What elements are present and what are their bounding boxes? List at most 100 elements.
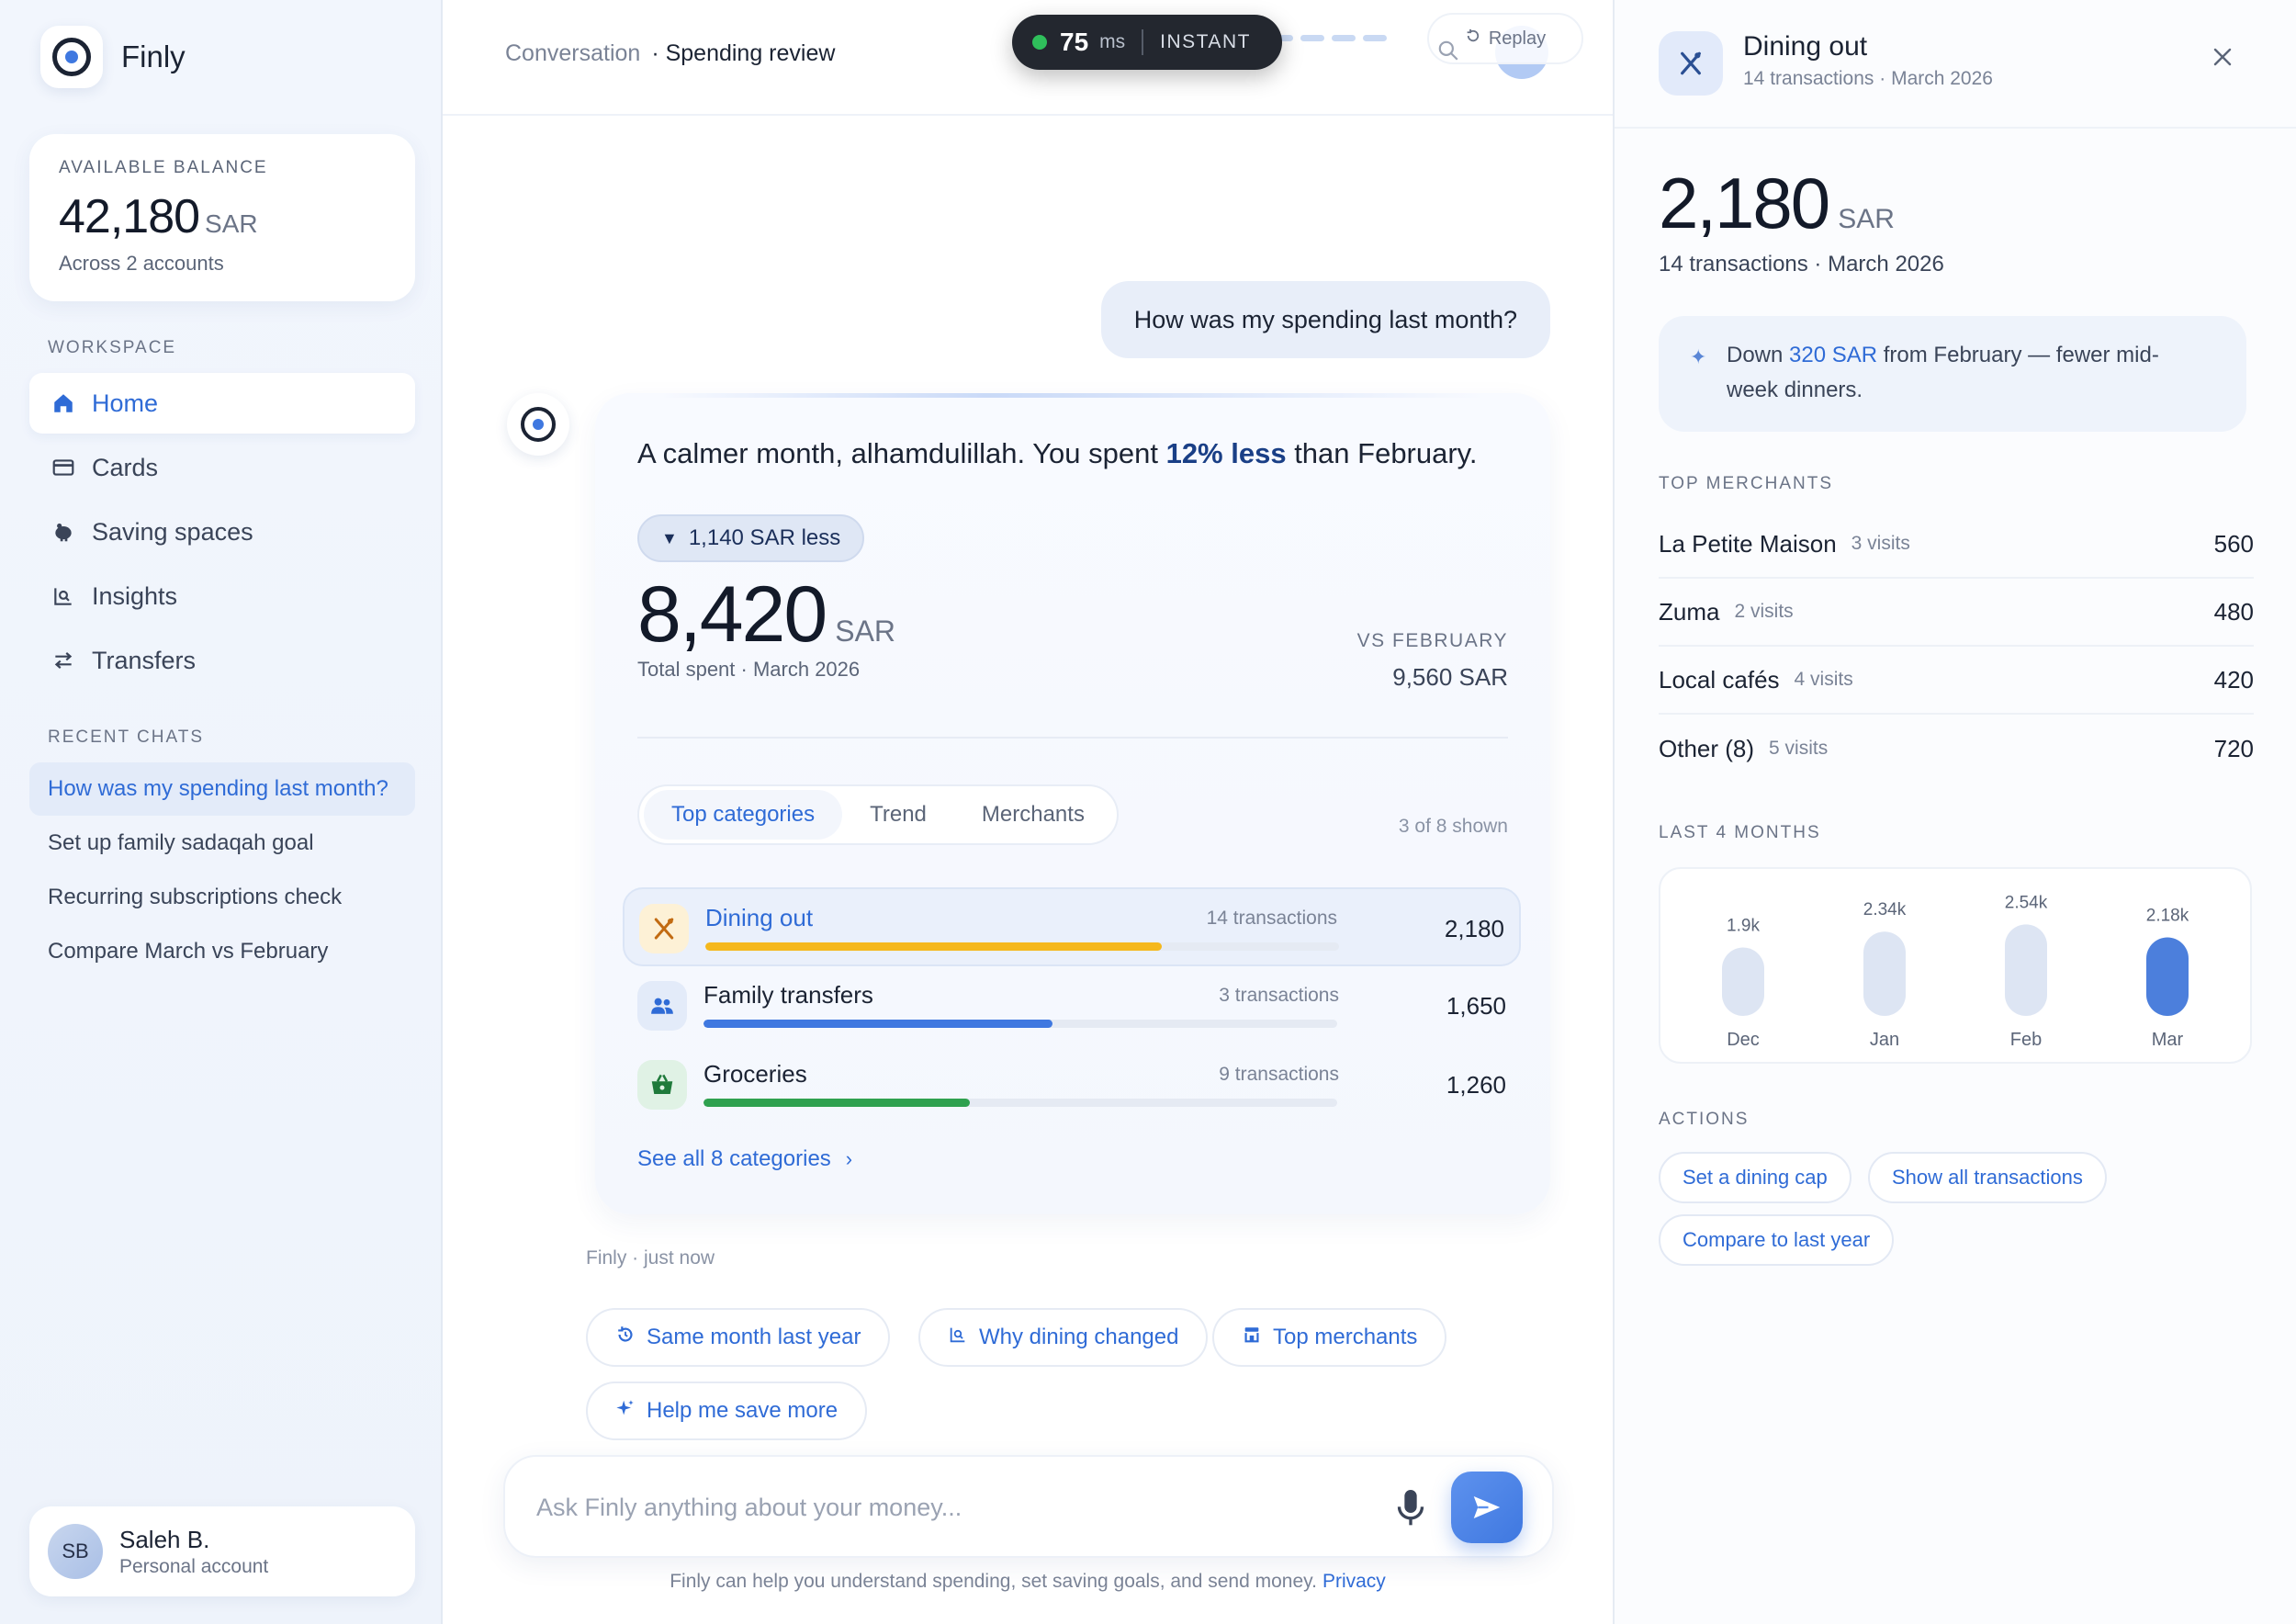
merchant-name: Other (8) xyxy=(1659,734,1755,762)
sidebar-item-label: Home xyxy=(92,389,159,417)
category-count: 9 transactions xyxy=(1219,1064,1339,1085)
sparkle-icon: ✦ xyxy=(1690,345,1707,368)
sidebar-item-saving-spaces[interactable]: Saving spaces xyxy=(29,502,415,562)
disclaimer-text: Finly can help you understand spending, … xyxy=(670,1571,1317,1592)
privacy-link[interactable]: Privacy xyxy=(1322,1571,1386,1592)
headline-text-end: than February. xyxy=(1286,437,1478,469)
user-message: How was my spending last month? xyxy=(1100,281,1550,358)
headline-highlight: 12% less xyxy=(1165,437,1287,469)
sidebar-item-label: Transfers xyxy=(92,646,197,674)
suggestion-help-me-save-more[interactable]: Help me save more xyxy=(586,1382,868,1440)
recent-chat-item[interactable]: Recurring subscriptions check xyxy=(29,871,415,924)
monthly-chart: 1.9k Dec 2.34k Jan 2.54k Feb 2.18k Mar xyxy=(1659,867,2252,1064)
set-dining-cap-button[interactable]: Set a dining cap xyxy=(1659,1152,1851,1203)
bar-value-label: 2.54k xyxy=(2005,893,2048,912)
tab-top-categories[interactable]: Top categories xyxy=(644,790,843,840)
see-all-label: See all 8 categories xyxy=(637,1146,831,1171)
answer-headline: A calmer month, alhamdulillah. You spent… xyxy=(637,437,1478,470)
profile-sub: Personal account xyxy=(119,1555,269,1577)
close-icon[interactable] xyxy=(2202,37,2243,77)
insight-callout: ✦ Down 320 SAR from February — fewer mid… xyxy=(1659,316,2246,432)
merchant-visits: 2 visits xyxy=(1734,601,1794,622)
comparison-label: VS FEBRUARY xyxy=(1356,630,1508,651)
tab-trend[interactable]: Trend xyxy=(842,790,954,840)
category-amount: 2,180 xyxy=(1444,915,1504,942)
merchant-row[interactable]: Other (8) 5 visits 720 xyxy=(1659,715,2254,783)
bar-dec[interactable] xyxy=(1722,947,1764,1016)
profile-card[interactable]: SB Saleh B. Personal account xyxy=(29,1506,415,1596)
category-count: 3 transactions xyxy=(1219,985,1339,1006)
tab-merchants[interactable]: Merchants xyxy=(954,790,1112,840)
category-name: Dining out xyxy=(705,904,814,931)
message-meta: Finly · just now xyxy=(586,1247,715,1269)
sidebar-item-home[interactable]: Home xyxy=(29,373,415,434)
insights-icon xyxy=(948,1325,968,1350)
balance-label: AVAILABLE BALANCE xyxy=(59,158,268,177)
suggestion-top-merchants[interactable]: Top merchants xyxy=(1212,1308,1447,1367)
suggestion-same-month-last-year[interactable]: Same month last year xyxy=(586,1308,891,1367)
show-all-transactions-button[interactable]: Show all transactions xyxy=(1868,1152,2107,1203)
bar-jan[interactable] xyxy=(1863,931,1906,1016)
down-triangle-icon: ▼ xyxy=(661,528,678,547)
send-icon xyxy=(1473,1496,1501,1518)
bar-feb[interactable] xyxy=(2005,924,2047,1016)
composer xyxy=(503,1455,1554,1558)
category-bar-fill xyxy=(703,1099,970,1107)
panel-amount: 2,180 SAR xyxy=(1659,162,1895,245)
insight-highlight: 320 SAR xyxy=(1789,343,1878,367)
recent-chat-item[interactable]: How was my spending last month? xyxy=(29,762,415,816)
actions-label: ACTIONS xyxy=(1659,1110,1750,1129)
category-row-groceries[interactable]: Groceries 9 transactions 1,260 xyxy=(623,1045,1521,1124)
balance-amount: 42,180 SAR xyxy=(59,189,386,244)
assistant-answer-card: A calmer month, alhamdulillah. You spent… xyxy=(595,393,1550,1214)
message-input[interactable] xyxy=(536,1486,1363,1528)
utensils-icon xyxy=(639,904,689,953)
recent-chat-item[interactable]: Set up family sadaqah goal xyxy=(29,817,415,870)
sidebar-nav: Home Cards Saving spaces Insights Transf… xyxy=(29,373,415,694)
bar-mar[interactable] xyxy=(2146,937,2189,1016)
search-icon[interactable] xyxy=(1436,39,1460,62)
bar-category-label: Mar xyxy=(2152,1030,2184,1050)
merchant-name: La Petite Maison xyxy=(1659,529,1837,558)
sidebar-item-transfers[interactable]: Transfers xyxy=(29,630,415,691)
chip-label: Top merchants xyxy=(1273,1325,1418,1349)
breadcrumb-root[interactable]: Conversation xyxy=(505,40,640,66)
total-spent: 8,420 SAR xyxy=(637,570,895,660)
delta-badge: ▼ 1,140 SAR less xyxy=(637,514,865,562)
recent-chat-item[interactable]: Compare March vs February xyxy=(29,925,415,978)
chip-label: Help me save more xyxy=(647,1398,838,1423)
category-bar xyxy=(703,1020,1337,1028)
merchant-name: Zuma xyxy=(1659,597,1720,626)
merchant-row[interactable]: Local cafés 4 visits 420 xyxy=(1659,647,2254,715)
transfer-icon xyxy=(48,645,79,676)
panel-subtitle: 14 transactions · March 2026 xyxy=(1743,68,1993,89)
category-tabs: Top categories Trend Merchants xyxy=(637,784,1119,845)
suggestion-why-dining-changed[interactable]: Why dining changed xyxy=(918,1308,1209,1367)
replay-label: Replay xyxy=(1488,28,1547,49)
category-detail-panel: Dining out 14 transactions · March 2026 … xyxy=(1613,0,2296,1624)
chip-label: Why dining changed xyxy=(979,1325,1179,1349)
finly-logo-icon xyxy=(40,26,103,88)
brand[interactable]: Finly xyxy=(40,26,186,88)
see-all-categories-link[interactable]: See all 8 categories › xyxy=(637,1146,852,1172)
sidebar-item-cards[interactable]: Cards xyxy=(29,437,415,498)
sidebar: Finly AVAILABLE BALANCE 42,180 SAR Across… xyxy=(0,0,443,1624)
sparkle-icon xyxy=(615,1398,636,1424)
merchant-amount: 480 xyxy=(2213,597,2254,626)
merchant-row[interactable]: Zuma 2 visits 480 xyxy=(1659,579,2254,647)
send-button[interactable] xyxy=(1451,1472,1523,1543)
category-row-dining[interactable]: Dining out 14 transactions 2,180 xyxy=(623,887,1521,966)
utensils-icon xyxy=(1659,31,1723,96)
bar-category-label: Dec xyxy=(1727,1030,1760,1050)
merchant-amount: 420 xyxy=(2213,665,2254,694)
bar-value-label: 2.34k xyxy=(1863,900,1907,919)
merchant-row[interactable]: La Petite Maison 3 visits 560 xyxy=(1659,511,2254,579)
breadcrumb-current: · Spending review xyxy=(651,40,836,66)
compare-last-year-button[interactable]: Compare to last year xyxy=(1659,1214,1895,1266)
conversation-main: Conversation · Spending review Replay 75 … xyxy=(443,0,1613,1624)
category-row-family-transfers[interactable]: Family transfers 3 transactions 1,650 xyxy=(623,966,1521,1045)
sidebar-item-insights[interactable]: Insights xyxy=(29,566,415,626)
microphone-icon[interactable] xyxy=(1392,1486,1429,1530)
latency-badge: 75 ms INSTANT xyxy=(1012,15,1282,70)
panel-currency: SAR xyxy=(1838,204,1895,234)
